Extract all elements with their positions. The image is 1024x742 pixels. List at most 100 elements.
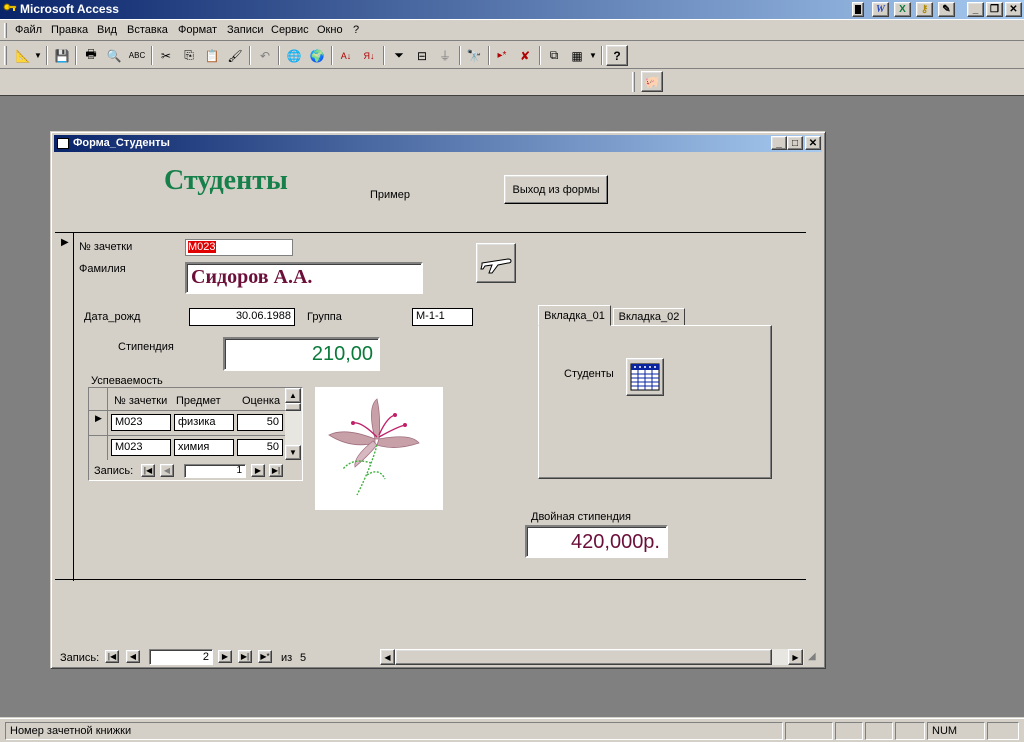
menu-view[interactable]: Вид: [97, 24, 117, 36]
sort-ascending-icon[interactable]: A↓: [335, 45, 357, 66]
scroll-thumb[interactable]: [285, 403, 301, 411]
close-button[interactable]: ✕: [1005, 2, 1022, 17]
menu-edit[interactable]: Правка: [51, 24, 88, 36]
cut-icon[interactable]: ✂: [155, 45, 177, 66]
form-close-button[interactable]: ✕: [805, 136, 821, 150]
save-icon[interactable]: 💾: [51, 45, 73, 66]
form-maximize-button[interactable]: □: [787, 136, 803, 150]
filter-by-selection-icon[interactable]: ⏷: [388, 45, 410, 66]
hscroll-thumb[interactable]: [395, 649, 772, 665]
apply-filter-icon[interactable]: ⏚: [434, 45, 456, 66]
new-object-icon[interactable]: ▦: [566, 45, 588, 66]
double-stipend-field[interactable]: 420,000р.: [525, 525, 668, 558]
find-icon[interactable]: 🔭: [463, 45, 485, 66]
print-icon[interactable]: 🖶: [80, 45, 102, 66]
subform-next-record-icon[interactable]: ▶: [251, 464, 265, 477]
subform-row1-grade[interactable]: 50: [237, 414, 283, 431]
new-record-icon[interactable]: ▸*: [491, 45, 513, 66]
undo-icon[interactable]: ↶: [254, 45, 276, 66]
group-field[interactable]: М-1-1: [412, 308, 473, 326]
toolbar-grip[interactable]: [4, 46, 7, 65]
menu-file[interactable]: Файл: [15, 24, 42, 36]
subform-prev-record-icon[interactable]: ◀: [160, 464, 174, 477]
form-toolbar: 📐 ▼ 💾 🖶 🔍 ABC ✂ ⎘ 📋 🖌 ↶ 🌐 🌍 A↓ Я↓ ⏷ ⊟ ⏚ …: [0, 42, 1024, 69]
familiya-field[interactable]: Сидоров А.А.: [185, 262, 423, 294]
tab-vkladka-01[interactable]: Вкладка_01: [538, 305, 611, 326]
menu-help[interactable]: ?: [353, 24, 359, 36]
subform-last-record-icon[interactable]: ▶|: [269, 464, 283, 477]
subform-row2-subject[interactable]: химия: [174, 439, 234, 456]
tab-vkladka-02[interactable]: Вкладка_02: [613, 308, 685, 326]
key-tool-icon[interactable]: ⚷: [916, 2, 933, 17]
subform-col-subject: Предмет: [176, 395, 221, 407]
hscroll-right-icon[interactable]: ▶: [788, 649, 803, 665]
exit-form-button[interactable]: Выход из формы: [504, 175, 608, 204]
view-dropdown-icon[interactable]: ▼: [32, 45, 44, 66]
prev-record-icon[interactable]: ◀: [126, 650, 140, 663]
subform-row-selector-icon[interactable]: ▶: [95, 413, 102, 424]
copy-icon[interactable]: ⎘: [178, 45, 200, 66]
minimize-button[interactable]: _: [967, 2, 984, 17]
record-selector-icon[interactable]: ▶: [61, 237, 69, 248]
notepad-icon[interactable]: ✎: [938, 2, 955, 17]
status-bar: Номер зачетной книжки NUM: [0, 718, 1024, 742]
system-tray-icon[interactable]: [852, 2, 864, 17]
scroll-up-icon[interactable]: ▲: [285, 388, 301, 403]
airplane-button[interactable]: [476, 243, 516, 283]
menu-records[interactable]: Записи: [227, 24, 264, 36]
toolbar2-grip[interactable]: [632, 72, 635, 92]
subform-first-record-icon[interactable]: |◀: [141, 464, 155, 477]
group-label: Группа: [307, 311, 342, 323]
new-record-nav-icon[interactable]: ▶*: [258, 650, 272, 663]
menu-grip[interactable]: [4, 23, 7, 38]
subform-row2-grade[interactable]: 50: [237, 439, 283, 456]
subform-row2-zachetka[interactable]: М023: [111, 439, 171, 456]
zachetka-field[interactable]: М023: [185, 239, 293, 256]
subform-row1-zachetka[interactable]: М023: [111, 414, 171, 431]
subform-label: Успеваемость: [91, 375, 163, 387]
paste-icon[interactable]: 📋: [201, 45, 223, 66]
print-preview-icon[interactable]: 🔍: [103, 45, 125, 66]
sort-descending-icon[interactable]: Я↓: [358, 45, 380, 66]
dob-field[interactable]: 30.06.1988: [189, 308, 295, 326]
spelling-icon[interactable]: ABC: [126, 45, 148, 66]
database-window-icon[interactable]: ⧉: [543, 45, 565, 66]
piggy-bank-icon[interactable]: 🐖: [641, 71, 663, 92]
restore-button[interactable]: ❐: [986, 2, 1003, 17]
record-nav-label: Запись:: [60, 652, 100, 664]
form-icon: [57, 138, 69, 149]
word-icon[interactable]: W: [872, 2, 889, 17]
subform-record-number[interactable]: 1: [184, 464, 246, 478]
record-total: 5: [300, 652, 307, 664]
help-icon[interactable]: ?: [606, 45, 628, 66]
form-minimize-button[interactable]: _: [771, 136, 787, 150]
menu-insert[interactable]: Вставка: [127, 24, 168, 36]
excel-icon[interactable]: X: [894, 2, 911, 17]
next-record-icon[interactable]: ▶: [218, 650, 232, 663]
resize-grip-icon[interactable]: ◢: [808, 651, 822, 665]
new-object-dropdown-icon[interactable]: ▼: [587, 45, 599, 66]
menu-format[interactable]: Формат: [178, 24, 217, 36]
students-table-button[interactable]: [626, 358, 664, 396]
hscroll-left-icon[interactable]: ◀: [380, 649, 395, 665]
record-number-field[interactable]: 2: [149, 649, 213, 665]
subform-row1-subject[interactable]: физика: [174, 414, 234, 431]
filter-by-form-icon[interactable]: ⊟: [411, 45, 433, 66]
delete-record-icon[interactable]: ✘: [514, 45, 536, 66]
web-toolbar-icon[interactable]: 🌍: [306, 45, 328, 66]
stipend-field[interactable]: 210,00: [223, 337, 380, 371]
hyperlink-icon[interactable]: 🌐: [283, 45, 305, 66]
status-panel-1: [785, 722, 833, 740]
last-record-icon[interactable]: ▶|: [238, 650, 252, 663]
form-heading: Студенты: [164, 165, 288, 196]
view-icon[interactable]: 📐: [12, 45, 34, 66]
format-painter-icon[interactable]: 🖌: [224, 45, 246, 66]
form-title: Форма_Студенты: [73, 137, 170, 149]
subform-vscrollbar[interactable]: ▲ ▼: [285, 388, 302, 460]
menu-tools[interactable]: Сервис: [271, 24, 309, 36]
first-record-icon[interactable]: |◀: [105, 650, 119, 663]
scroll-down-icon[interactable]: ▼: [285, 445, 301, 460]
subform-container: № зачетки Предмет Оценка ▶ М023 физика 5…: [88, 387, 303, 481]
menu-window[interactable]: Окно: [317, 24, 343, 36]
form-hscrollbar[interactable]: ◀ ▶: [380, 649, 804, 665]
